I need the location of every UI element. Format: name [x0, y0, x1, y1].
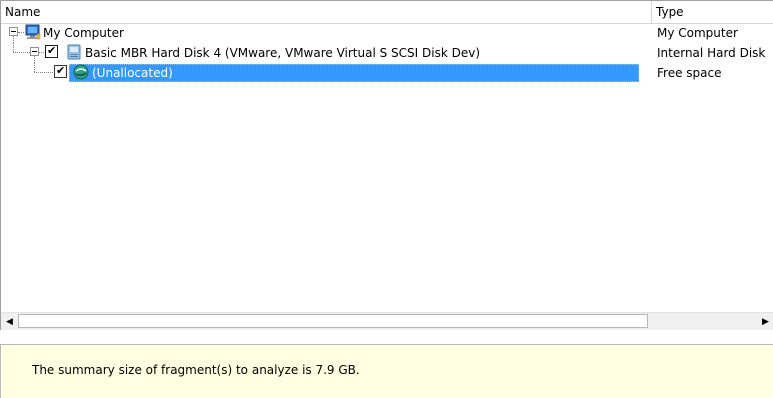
column-header-bar: Name Type	[1, 1, 773, 24]
tree-row-hard-disk[interactable]: Basic MBR Hard Disk 4 (VMware, VMware Vi…	[1, 43, 773, 63]
scroll-left-button[interactable]: ◀	[1, 313, 18, 330]
computer-icon	[25, 24, 41, 40]
tree-connector	[39, 52, 44, 53]
scroll-thumb[interactable]	[18, 314, 648, 328]
tree-connector	[34, 56, 35, 63]
tree-connector	[13, 43, 14, 52]
tree-row-label: Basic MBR Hard Disk 4 (VMware, VMware Vi…	[85, 46, 481, 60]
column-header-name[interactable]: Name	[1, 1, 652, 23]
unallocated-space-icon	[73, 64, 89, 80]
tree-connector	[18, 32, 24, 33]
collapse-toggle-icon[interactable]	[30, 47, 39, 56]
tree-row-type: Internal Hard Disk	[657, 46, 766, 60]
tree-connector	[34, 63, 35, 72]
unallocated-checkbox[interactable]	[54, 64, 67, 78]
tree-row-unallocated[interactable]: (Unallocated) Free space	[1, 63, 773, 83]
summary-text: The summary size of fragment(s) to analy…	[32, 363, 360, 377]
hard-disk-checkbox[interactable]	[45, 44, 58, 58]
tree-row-my-computer[interactable]: My Computer My Computer	[1, 23, 773, 43]
scroll-right-button[interactable]: ▶	[757, 313, 773, 330]
tree-row-type: My Computer	[657, 26, 738, 40]
partition-tree-view[interactable]: Name Type My Computer My Computer ✔ Basi…	[0, 0, 773, 330]
horizontal-scrollbar[interactable]: ◀ ▶	[1, 312, 773, 330]
column-header-type[interactable]: Type	[652, 1, 773, 23]
tree-connector	[34, 72, 53, 73]
tree-row-label: My Computer	[43, 26, 124, 40]
hard-disk-icon	[66, 44, 82, 60]
tree-row-type: Free space	[657, 66, 722, 80]
tree-connector	[13, 36, 14, 43]
tree-row-label: (Unallocated)	[92, 66, 173, 80]
summary-bar: The summary size of fragment(s) to analy…	[0, 344, 773, 398]
collapse-toggle-icon[interactable]	[9, 27, 18, 36]
